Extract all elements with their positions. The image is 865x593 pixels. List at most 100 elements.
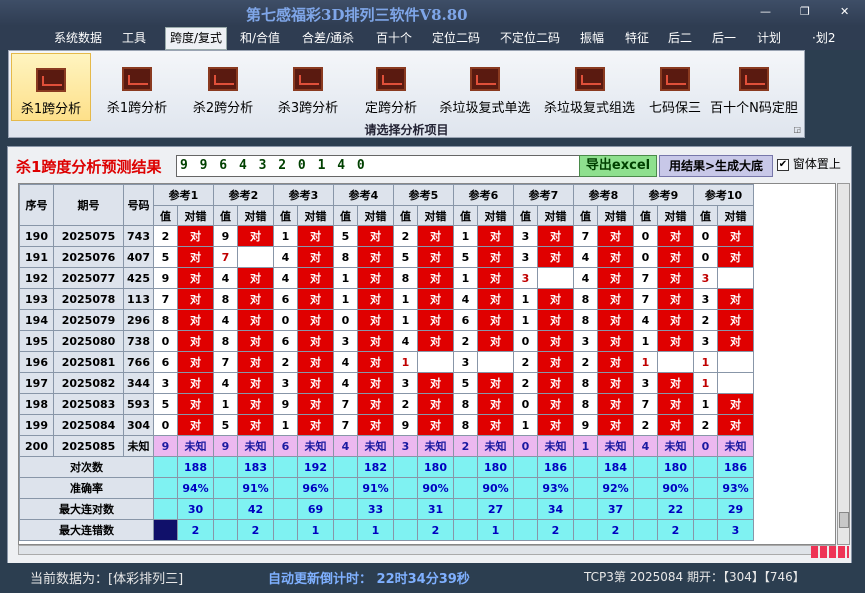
table-row[interactable]: 191 2025076 407 5 对 7 4 对 8 对 5 对 5 对 3 对 4 对 0 对 0 对 xyxy=(19,246,754,268)
table-row[interactable]: 193 2025078 113 7 对 8 对 6 对 1 对 1 对 4 对 1 对 8 对 7 对 3 对 xyxy=(19,288,754,310)
value-cell: 1 xyxy=(453,267,478,289)
stat-value: 29 xyxy=(717,498,754,520)
value-cell: 8 xyxy=(393,267,418,289)
menu-item[interactable]: 定位二码 xyxy=(432,29,480,49)
hit-cell: 对 xyxy=(177,372,214,394)
ribbon-button[interactable]: 杀1跨分析 xyxy=(11,53,91,121)
table-row[interactable]: 192 2025077 425 9 对 4 对 4 对 1 对 8 对 1 对 3 4 对 7 对 3 xyxy=(19,267,754,289)
hit-cell: 对 xyxy=(357,288,394,310)
value-cell: 9 xyxy=(273,393,298,415)
menu-item[interactable]: 跨度/复式 xyxy=(165,27,228,50)
check-icon[interactable]: ✔ xyxy=(777,158,789,171)
number-cell: 593 xyxy=(123,393,154,415)
stat-value: 188 xyxy=(177,456,214,478)
value-cell: 9 xyxy=(153,435,178,457)
value-cell: 7 xyxy=(153,288,178,310)
stat-value: 42 xyxy=(237,498,274,520)
ribbon-button[interactable]: 杀垃圾复式单选 xyxy=(432,53,538,121)
menu-item[interactable]: 振幅 xyxy=(580,29,604,49)
menu-item[interactable]: 特征 xyxy=(625,29,649,49)
menu-item[interactable]: ·划2 xyxy=(812,29,835,49)
hit-cell: 对 xyxy=(237,372,274,394)
hit-cell: 对 xyxy=(237,351,274,373)
stat-spacer xyxy=(153,456,178,478)
table-row[interactable]: 196 2025081 766 6 对 7 对 2 对 4 对 1 3 2 对 2 对 1 1 xyxy=(19,351,754,373)
restore-icon[interactable]: ❐ xyxy=(800,5,810,18)
hit-cell: 对 xyxy=(237,267,274,289)
stat-value: 1 xyxy=(297,519,334,541)
value-cell: 2 xyxy=(453,330,478,352)
value-cell: 7 xyxy=(633,267,658,289)
scroll-thumb[interactable] xyxy=(839,512,849,528)
export-excel-button[interactable]: 导出excel xyxy=(579,155,657,177)
generate-button[interactable]: 用结果>生成大底 xyxy=(659,155,773,177)
value-cell: 5 xyxy=(153,246,178,268)
ribbon-button[interactable]: 杀3跨分析 xyxy=(266,53,350,121)
ribbon-button[interactable]: 百十个N码定胆 xyxy=(708,53,800,121)
hit-cell: 对 xyxy=(717,393,754,415)
table-row[interactable]: 194 2025079 296 8 对 4 对 0 对 0 对 1 对 6 对 1 对 8 对 4 对 2 对 xyxy=(19,309,754,331)
menu-item[interactable]: 工具 xyxy=(122,29,146,49)
menu-item[interactable]: 后二 xyxy=(668,29,692,49)
result-field[interactable]: 9 9 6 4 3 2 0 1 4 0 xyxy=(176,155,582,177)
value-cell: 3 xyxy=(513,246,538,268)
value-cell: 6 xyxy=(153,351,178,373)
table-row[interactable]: 197 2025082 344 3 对 4 对 3 对 4 对 3 对 5 对 2 对 8 对 3 对 1 xyxy=(19,372,754,394)
seq-cell: 195 xyxy=(19,330,54,352)
number-cell: 未知 xyxy=(123,435,154,457)
header-ref: 参考2 xyxy=(213,184,274,206)
value-cell: 9 xyxy=(213,435,238,457)
vertical-scrollbar[interactable] xyxy=(837,183,850,545)
menu-item[interactable]: 和/合值 xyxy=(240,29,280,49)
ribbon-button[interactable]: 杀垃圾复式组选 xyxy=(539,53,640,121)
hit-cell: 对 xyxy=(657,414,694,436)
number-cell: 296 xyxy=(123,309,154,331)
close-icon[interactable]: ✕ xyxy=(840,5,849,18)
value-cell: 6 xyxy=(453,309,478,331)
value-cell: 2 xyxy=(453,435,478,457)
menu-item[interactable]: 百十个 xyxy=(376,29,412,49)
hit-cell: 对 xyxy=(417,288,454,310)
ribbon-button[interactable]: 杀2跨分析 xyxy=(181,53,265,121)
ontop-checkbox[interactable]: ✔ 窗体置上 xyxy=(777,155,841,177)
hit-cell: 对 xyxy=(357,267,394,289)
table-row[interactable]: 200 2025085 未知 9 未知 9 未知 6 未知 4 未知 3 未知 2 未知 0 未知 1 未知 4 未知 0… xyxy=(19,435,754,457)
value-cell: 8 xyxy=(213,330,238,352)
ribbon-expand-icon[interactable]: ◲ xyxy=(793,125,801,134)
hit-cell: 对 xyxy=(417,414,454,436)
table-row[interactable]: 195 2025080 738 0 对 8 对 6 对 3 对 4 对 2 对 0 对 3 对 1 对 3 对 xyxy=(19,330,754,352)
ribbon-button[interactable]: 定跨分析 xyxy=(351,53,431,121)
table-row[interactable]: 190 2025075 743 2 对 9 对 1 对 5 对 2 对 1 对 3 对 7 对 0 对 0 对 xyxy=(19,225,754,247)
minimize-icon[interactable]: — xyxy=(760,5,771,18)
stat-value: 93% xyxy=(717,477,754,499)
value-cell: 4 xyxy=(573,267,598,289)
table-row[interactable]: 198 2025083 593 5 对 1 对 9 对 7 对 2 对 8 对 0 对 8 对 7 对 1 对 xyxy=(19,393,754,415)
value-cell: 9 xyxy=(153,267,178,289)
menu-item[interactable]: 系统数据 xyxy=(54,29,102,49)
hit-cell: 对 xyxy=(477,267,514,289)
header-hit: 对错 xyxy=(357,205,394,226)
header-value: 值 xyxy=(693,205,718,226)
header-value: 值 xyxy=(453,205,478,226)
stat-value: 184 xyxy=(597,456,634,478)
value-cell: 4 xyxy=(273,267,298,289)
horizontal-scrollbar[interactable] xyxy=(18,545,836,555)
ribbon-button[interactable]: 七码保三 xyxy=(643,53,707,121)
menu-bar: 系统数据 工具 跨度/复式 和/合值 合差/通杀 百十个 定位二码 不定位二码 振幅 特征 后二 后一… xyxy=(0,26,865,50)
value-cell: 8 xyxy=(333,246,358,268)
hit-cell: 对 xyxy=(657,246,694,268)
app-title: 第七感福彩3D排列三软件V8.80 xyxy=(246,6,468,24)
stats-row: 最大连对数 30 42 69 33 31 27 34 37 22 29 xyxy=(19,498,754,520)
value-cell: 7 xyxy=(573,225,598,247)
menu-item[interactable]: 后一 xyxy=(712,29,736,49)
ribbon-button[interactable]: 杀1跨分析 xyxy=(94,53,180,121)
menu-item[interactable]: 计划 xyxy=(757,29,781,49)
menu-item[interactable]: 不定位二码 xyxy=(500,29,560,49)
hit-cell: 对 xyxy=(357,225,394,247)
menu-item[interactable]: 合差/通杀 xyxy=(302,29,354,49)
hit-cell: 对 xyxy=(417,330,454,352)
number-cell: 304 xyxy=(123,414,154,436)
table-row[interactable]: 199 2025084 304 0 对 5 对 1 对 7 对 9 对 8 对 1 对 9 对 2 对 2 对 xyxy=(19,414,754,436)
stat-value: 2 xyxy=(417,519,454,541)
stat-value: 91% xyxy=(357,477,394,499)
